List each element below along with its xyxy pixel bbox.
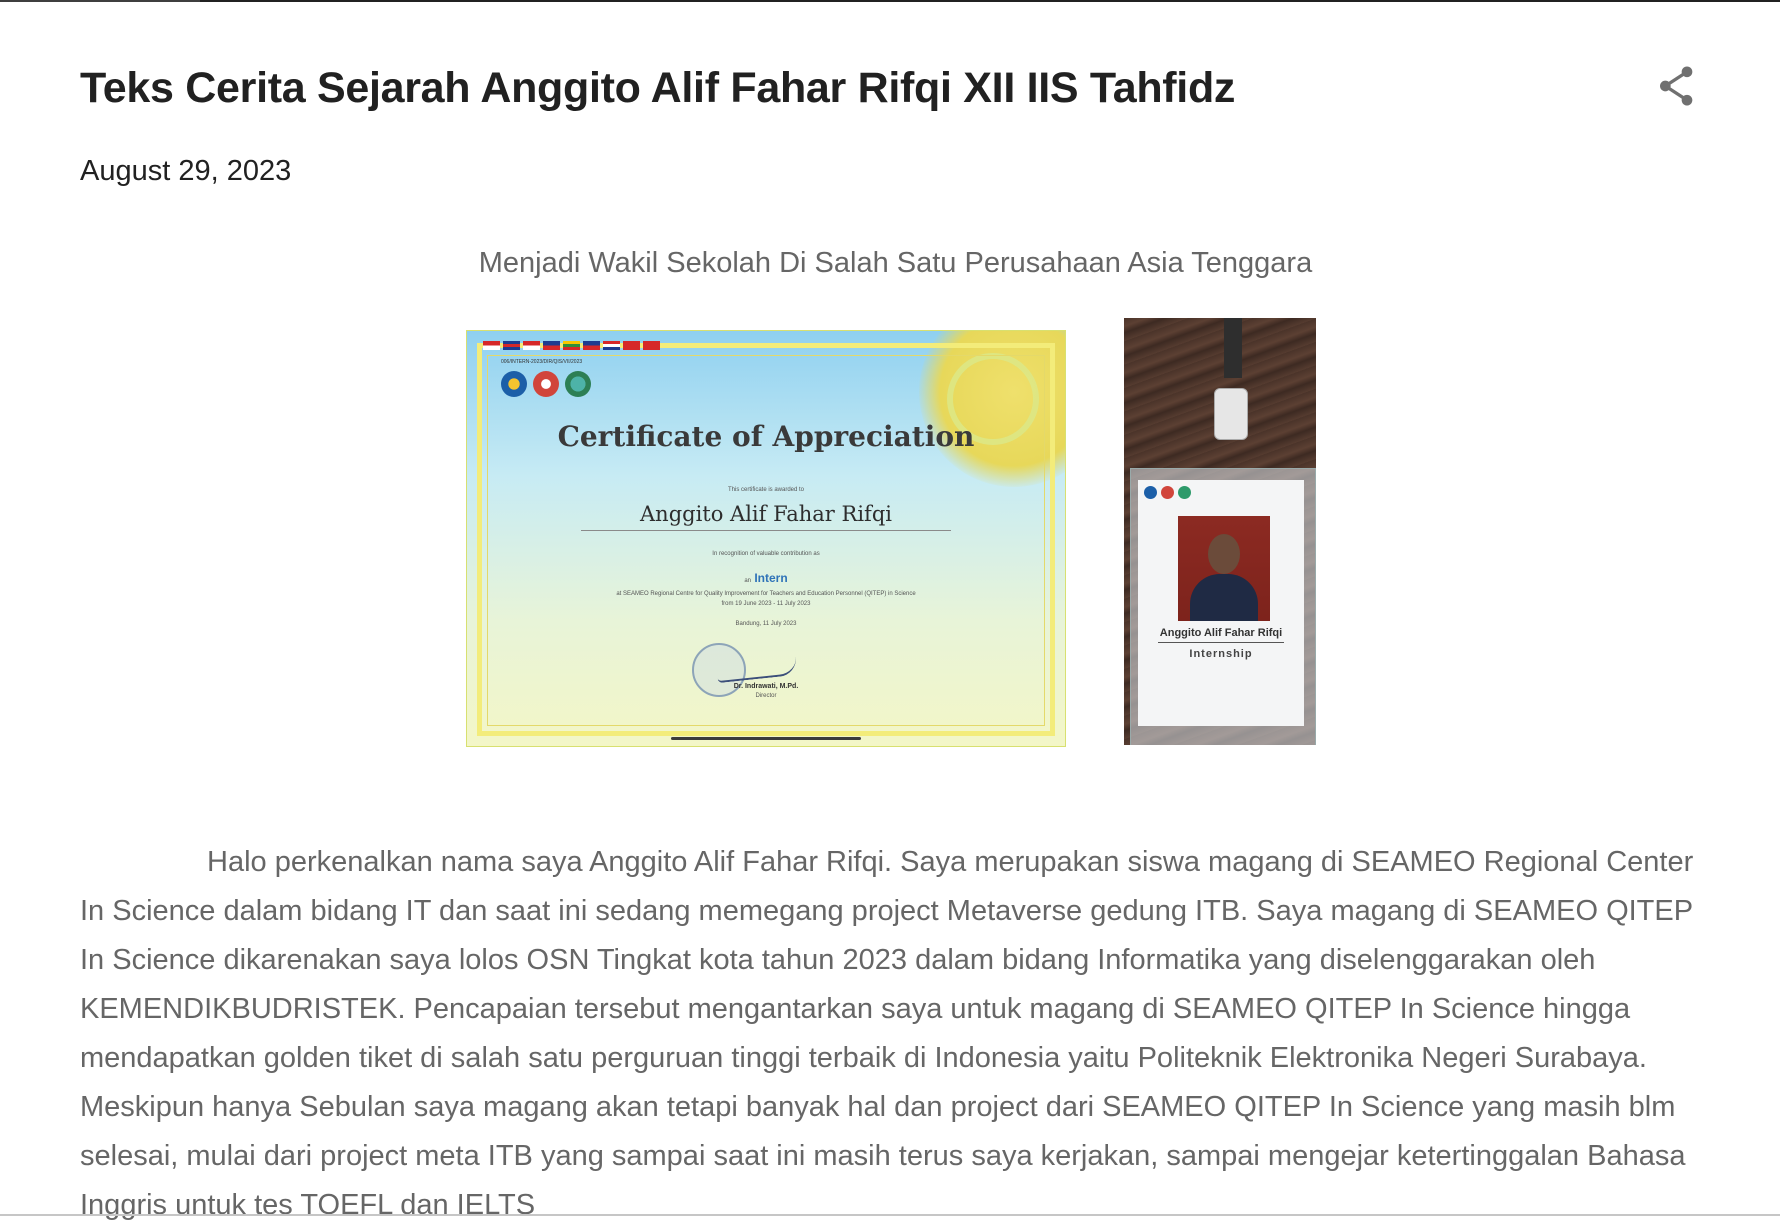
certificate-recognition-line: In recognition of valuable contribution … <box>712 551 820 557</box>
share-button[interactable] <box>1653 62 1701 110</box>
badge-clip <box>1214 388 1248 440</box>
ministry-logo <box>501 371 527 397</box>
certificate-reference-number: 006/INTERN-2023/DIR/QIS/VII/2023 <box>501 359 583 365</box>
seameo-logo <box>533 371 559 397</box>
certificate-period-line: from 19 June 2023 - 11 July 2023 <box>721 601 811 607</box>
certificate-awarded-line: This certificate is awarded to <box>727 487 805 493</box>
certificate-role: an Intern <box>467 571 1065 585</box>
certificate-logos <box>501 371 591 397</box>
certificate-role-value: Intern <box>754 571 788 585</box>
badge-portrait <box>1178 516 1270 621</box>
image-scroll-indicator <box>671 737 861 740</box>
badge-name-underline <box>1158 642 1284 643</box>
certificate-signer-role: Director <box>755 693 777 699</box>
post-body: Halo perkenalkan nama saya Anggito Alif … <box>80 846 1694 1221</box>
share-icon <box>1660 66 1693 106</box>
post-title: Teks Cerita Sejarah Anggito Alif Fahar R… <box>80 64 1236 112</box>
certificate-image[interactable]: 006/INTERN-2023/DIR/QIS/VII/2023 Certifi… <box>466 330 1066 747</box>
certificate-place-date: Bandung, 11 July 2023 <box>735 621 797 627</box>
certificate-role-prefix: an <box>744 578 751 584</box>
certificate-name-underline <box>581 530 951 531</box>
certificate-recipient: Anggito Alif Fahar Rifqi <box>640 502 892 526</box>
certificate-institution-line: at SEAMEO Regional Centre for Quality Im… <box>616 591 916 597</box>
badge-logos <box>1144 486 1191 499</box>
post-subheading: Menjadi Wakil Sekolah Di Salah Satu Peru… <box>478 247 1313 279</box>
badge-name: Anggito Alif Fahar Rifqi <box>1159 627 1283 639</box>
qitep-logo <box>565 371 591 397</box>
certificate-signer: Dr. Indrawati, M.Pd. <box>733 683 799 690</box>
lanyard <box>1224 318 1242 378</box>
top-border-accent <box>0 0 200 2</box>
id-badge-photo[interactable]: Anggito Alif Fahar Rifqi Internship <box>1124 318 1316 745</box>
post-date[interactable]: August 29, 2023 <box>80 153 291 189</box>
top-border <box>0 0 1780 2</box>
certificate-title: Certificate of Appreciation <box>557 420 975 453</box>
asean-flags <box>483 341 660 350</box>
badge-role: Internship <box>1189 648 1253 660</box>
